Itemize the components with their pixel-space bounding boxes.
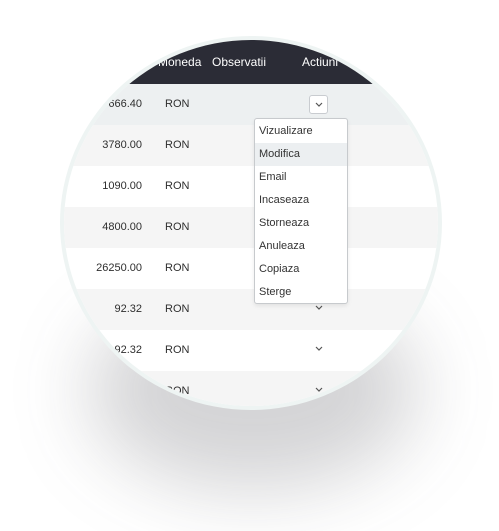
table-row[interactable]: RON bbox=[64, 371, 438, 406]
row-actions-toggle[interactable] bbox=[314, 385, 323, 394]
chevron-down-icon bbox=[315, 102, 323, 107]
table-header: Moneda Observatii Actiuni bbox=[64, 40, 438, 84]
row-currency: RON bbox=[165, 262, 190, 274]
row-actions-toggle[interactable] bbox=[314, 303, 323, 312]
table-row[interactable]: 666.40 RON bbox=[64, 84, 438, 125]
row-amount: 92.32 bbox=[114, 344, 142, 356]
table-row[interactable]: 92.32 RON bbox=[64, 330, 438, 371]
row-currency: RON bbox=[165, 385, 190, 397]
row-actions-toggle[interactable] bbox=[314, 344, 323, 353]
magnifier-lens: Moneda Observatii Actiuni 666.40 RON 378… bbox=[60, 36, 442, 410]
row-currency: RON bbox=[165, 139, 190, 151]
row-amount: 26250.00 bbox=[96, 262, 142, 274]
menu-item-email[interactable]: Email bbox=[255, 166, 347, 189]
actions-dropdown-menu: Vizualizare Modifica Email Incaseaza Sto… bbox=[254, 118, 348, 304]
row-currency: RON bbox=[165, 98, 190, 110]
row-amount: 1090.00 bbox=[102, 180, 142, 192]
zoomed-table: Moneda Observatii Actiuni 666.40 RON 378… bbox=[64, 40, 438, 406]
column-header-currency[interactable]: Moneda bbox=[158, 40, 201, 84]
menu-item-anuleaza[interactable]: Anuleaza bbox=[255, 235, 347, 258]
menu-item-modifica[interactable]: Modifica bbox=[255, 143, 347, 166]
row-amount: 3780.00 bbox=[102, 139, 142, 151]
row-currency: RON bbox=[165, 303, 190, 315]
table-row[interactable]: 26250.00 RON bbox=[64, 248, 438, 289]
menu-item-copiaza[interactable]: Copiaza bbox=[255, 258, 347, 281]
row-currency: RON bbox=[165, 221, 190, 233]
table-row[interactable]: 1090.00 RON bbox=[64, 166, 438, 207]
column-header-notes[interactable]: Observatii bbox=[212, 40, 266, 84]
chevron-down-icon bbox=[315, 387, 323, 392]
chevron-down-icon bbox=[315, 305, 323, 310]
row-amount: 666.40 bbox=[108, 98, 142, 110]
chevron-down-icon bbox=[315, 346, 323, 351]
row-amount: 4800.00 bbox=[102, 221, 142, 233]
menu-item-vizualizare[interactable]: Vizualizare bbox=[255, 120, 347, 143]
table-row[interactable]: 92.32 RON bbox=[64, 289, 438, 330]
row-amount: 92.32 bbox=[114, 303, 142, 315]
menu-item-sterge[interactable]: Sterge bbox=[255, 281, 347, 304]
menu-item-incaseaza[interactable]: Incaseaza bbox=[255, 189, 347, 212]
row-actions-toggle[interactable] bbox=[309, 95, 328, 114]
table-row[interactable]: 3780.00 RON bbox=[64, 125, 438, 166]
column-header-actions: Actiuni bbox=[302, 55, 339, 69]
table-row[interactable]: 4800.00 RON bbox=[64, 207, 438, 248]
row-currency: RON bbox=[165, 344, 190, 356]
menu-item-storneaza[interactable]: Storneaza bbox=[255, 212, 347, 235]
row-currency: RON bbox=[165, 180, 190, 192]
